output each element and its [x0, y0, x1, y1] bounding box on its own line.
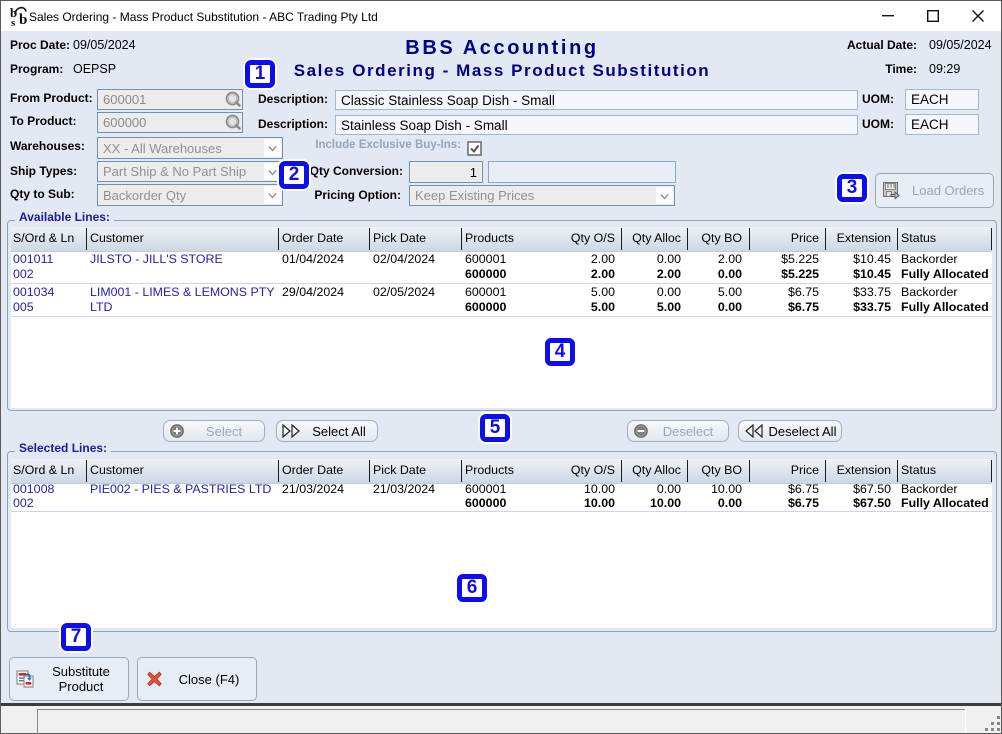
- svg-text:b: b: [19, 12, 27, 28]
- svg-text:s: s: [11, 17, 16, 28]
